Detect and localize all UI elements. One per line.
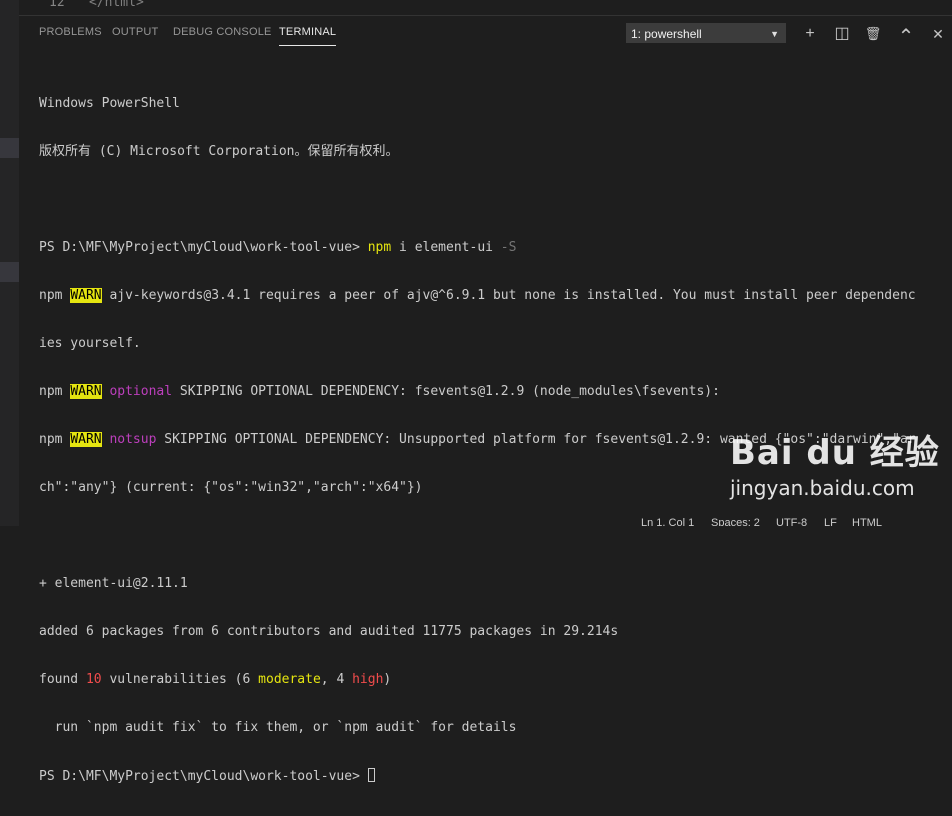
status-position[interactable]: Ln 1, Col 1 xyxy=(641,517,694,526)
terminal-line: ies yourself. xyxy=(39,336,141,351)
gutter-highlight xyxy=(0,262,19,282)
trash-icon[interactable]: 🗑 xyxy=(864,25,882,43)
terminal-line: 版权所有 (C) Microsoft Corporation。保留所有权利。 xyxy=(39,144,399,159)
terminal-line: added 6 packages from 6 contributors and… xyxy=(39,624,619,639)
left-gutter xyxy=(0,0,19,526)
tab-output[interactable]: OUTPUT xyxy=(112,26,158,38)
close-icon[interactable]: ✕ xyxy=(929,25,947,43)
panel-tabs: PROBLEMS OUTPUT DEBUG CONSOLE TERMINAL 1… xyxy=(19,16,952,52)
tab-problems[interactable]: PROBLEMS xyxy=(39,26,102,38)
terminal-line: npm WARN ajv-keywords@3.4.1 requires a p… xyxy=(39,288,916,303)
terminal-line: run `npm audit fix` to fix them, or `npm… xyxy=(39,720,517,735)
code-line: </html> xyxy=(89,0,144,10)
status-bar: Ln 1, Col 1 Spaces: 2 UTF-8 LF HTML xyxy=(19,515,952,526)
terminal-line: + element-ui@2.11.1 xyxy=(39,576,188,591)
terminal-select-value: 1: powershell xyxy=(631,27,702,41)
terminal-line: Windows PowerShell xyxy=(39,96,180,111)
terminal-line: found 10 vulnerabilities (6 moderate, 4 … xyxy=(39,672,392,687)
plus-icon[interactable]: + xyxy=(801,25,819,43)
terminal-select[interactable]: 1: powershell ▼ xyxy=(626,23,786,43)
warn-badge: WARN xyxy=(70,288,102,303)
line-number: 12 xyxy=(49,0,65,10)
terminal-cursor xyxy=(367,768,375,782)
editor-peek: 12 </html> xyxy=(19,0,952,15)
chevron-up-icon[interactable]: ⌃ xyxy=(897,27,915,47)
tab-terminal[interactable]: TERMINAL xyxy=(279,26,337,46)
status-eol[interactable]: LF xyxy=(824,517,837,526)
status-encoding[interactable]: UTF-8 xyxy=(776,517,807,526)
chevron-down-icon: ▼ xyxy=(770,29,779,39)
terminal-line: npm WARN optional SKIPPING OPTIONAL DEPE… xyxy=(39,384,720,399)
watermark: Bai du 经验 jingyan.baidu.com xyxy=(730,425,940,500)
gutter-highlight xyxy=(0,138,19,158)
terminal-line: PS D:\MF\MyProject\myCloud\work-tool-vue… xyxy=(39,768,942,784)
watermark-logo: Bai du 经验 xyxy=(730,433,940,473)
watermark-url: jingyan.baidu.com xyxy=(730,476,915,500)
status-language[interactable]: HTML xyxy=(852,517,882,526)
terminal-line: PS D:\MF\MyProject\myCloud\work-tool-vue… xyxy=(39,240,517,255)
tab-debug-console[interactable]: DEBUG CONSOLE xyxy=(173,26,272,38)
status-spaces[interactable]: Spaces: 2 xyxy=(711,517,760,526)
warn-badge: WARN xyxy=(70,384,102,399)
warn-badge: WARN xyxy=(70,432,102,447)
split-terminal-icon[interactable]: ◫ xyxy=(833,25,851,43)
